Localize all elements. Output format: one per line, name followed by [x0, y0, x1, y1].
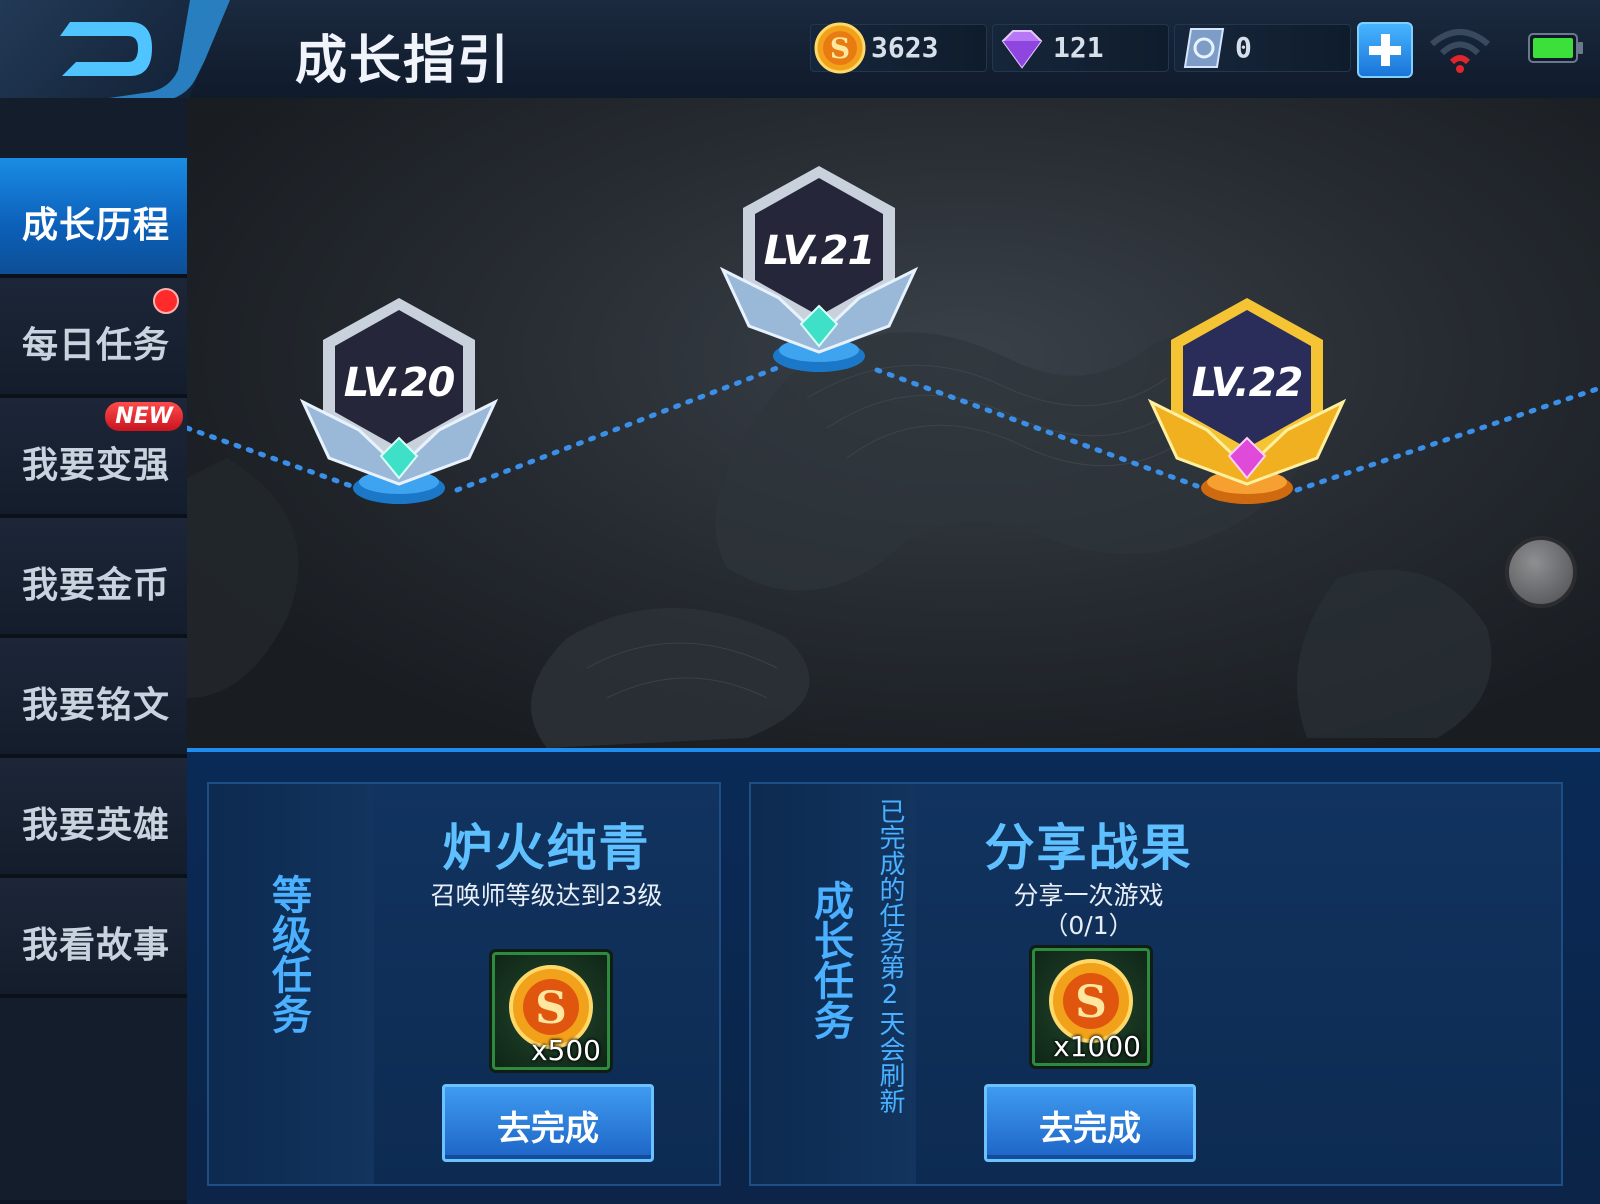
voucher-currency: 0 — [1174, 24, 1351, 72]
sidebar-item-heroes[interactable]: 我要英雄 — [0, 758, 187, 878]
reward-item[interactable]: S x500 — [492, 952, 610, 1070]
add-currency-button[interactable] — [1357, 22, 1413, 78]
floating-assistive-button[interactable] — [1505, 536, 1577, 608]
level-label: LV.22 — [1191, 360, 1304, 406]
top-bar: 成长指引 S 3623 121 0 — [0, 0, 1600, 110]
growth-task-content: 分享战果 分享一次游戏 （0/1） S x1000 去完成 — [916, 784, 1261, 1184]
level-task-side: 等级任务 — [209, 784, 374, 1184]
level-task-card: 等级任务 炉火纯青 召唤师等级达到23级 S x500 去完成 — [207, 782, 721, 1186]
sidebar-item-label: 我要铭文 — [22, 685, 171, 726]
svg-text:S: S — [1075, 977, 1107, 1028]
sidebar-item-daily-tasks[interactable]: 每日任务 — [0, 278, 187, 398]
task-panel: 等级任务 炉火纯青 召唤师等级达到23级 S x500 去完成 成长任务 已完成… — [187, 748, 1600, 1204]
task-title: 炉火纯青 — [442, 819, 651, 877]
sidebar: 成长历程 每日任务 NEW 我要变强 我要金币 我要铭文 我要英雄 我看故事 — [0, 98, 190, 1200]
wifi-icon — [1430, 29, 1490, 73]
sidebar-item-label: 我要金币 — [22, 565, 171, 606]
sidebar-item-label: 我要变强 — [22, 445, 171, 486]
voucher-icon — [1183, 28, 1225, 68]
button-label: 去完成 — [1039, 1109, 1141, 1149]
level-badge-22[interactable]: LV.22 — [1147, 298, 1347, 518]
sidebar-item-get-stronger[interactable]: NEW 我要变强 — [0, 398, 187, 518]
growth-task-card: 成长任务 已完成的任务第2天会刷新 分享战果 分享一次游戏 （0/1） S x1… — [749, 782, 1563, 1186]
level-task-section-label: 等级任务 — [265, 874, 311, 1034]
gold-amount: 3623 — [871, 31, 939, 64]
battery-icon — [1528, 33, 1583, 63]
diamond-currency: 121 — [992, 24, 1169, 72]
sidebar-item-label: 我要英雄 — [22, 805, 171, 846]
sidebar-item-label: 我看故事 — [22, 925, 171, 966]
refresh-note: 已完成的任务第2天会刷新 — [875, 798, 905, 1114]
silver-badge-icon — [299, 298, 499, 504]
svg-text:S: S — [830, 32, 850, 65]
task-progress: （0/1） — [1043, 911, 1134, 940]
growth-task-section-label: 成长任务 — [807, 880, 853, 1040]
reward-quantity: x1000 — [1053, 1030, 1141, 1063]
gold-badge-icon — [1147, 298, 1347, 504]
level-label: LV.21 — [763, 228, 876, 274]
new-badge: NEW — [105, 402, 183, 431]
diamond-amount: 121 — [1053, 31, 1104, 64]
reward-quantity: x500 — [530, 1034, 601, 1067]
gold-currency: S 3623 — [810, 22, 987, 74]
task-description: 召唤师等级达到23级 — [430, 881, 663, 910]
growth-task-side: 成长任务 已完成的任务第2天会刷新 — [751, 784, 916, 1184]
svg-text:S: S — [535, 983, 567, 1034]
level-label: LV.20 — [343, 360, 456, 406]
level-badge-21[interactable]: LV.21 — [719, 166, 919, 386]
go-complete-button[interactable]: 去完成 — [442, 1084, 654, 1162]
silver-badge-icon — [719, 166, 919, 372]
level-task-content: 炉火纯青 召唤师等级达到23级 S x500 去完成 — [374, 784, 719, 1184]
button-label: 去完成 — [497, 1109, 599, 1149]
plus-icon — [1369, 34, 1401, 66]
sidebar-item-gold[interactable]: 我要金币 — [0, 518, 187, 638]
sidebar-item-label: 每日任务 — [22, 325, 171, 366]
level-badge-20[interactable]: LV.20 — [299, 298, 499, 518]
task-title: 分享战果 — [984, 819, 1193, 877]
reward-item[interactable]: S x1000 — [1032, 948, 1150, 1066]
sidebar-item-stories[interactable]: 我看故事 — [0, 878, 187, 998]
page-title: 成长指引 — [295, 31, 512, 91]
sidebar-item-label: 成长历程 — [22, 205, 171, 246]
go-complete-button[interactable]: 去完成 — [984, 1084, 1196, 1162]
back-arrow-icon — [40, 0, 230, 108]
voucher-amount: 0 — [1235, 31, 1252, 64]
back-button[interactable] — [0, 0, 230, 110]
diamond-icon — [1001, 30, 1043, 69]
growth-map[interactable]: LV.20 LV.21 LV.22 — [187, 98, 1600, 748]
notification-dot — [153, 288, 179, 314]
sidebar-item-inscriptions[interactable]: 我要铭文 — [0, 638, 187, 758]
gold-coin-icon: S — [814, 22, 866, 74]
sidebar-item-growth-history[interactable]: 成长历程 — [0, 158, 190, 278]
